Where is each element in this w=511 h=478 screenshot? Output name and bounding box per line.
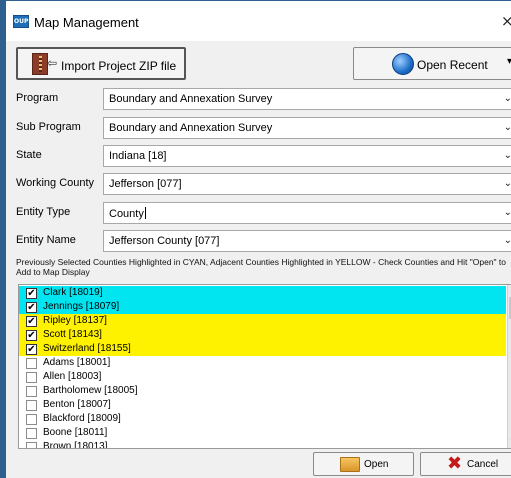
map-management-window: OUPS Map Management × ⇦ Import Project Z… <box>0 0 511 478</box>
cancel-button[interactable]: ✖ Cancel <box>420 452 511 476</box>
chevron-down-icon[interactable]: ⌄ <box>504 235 511 246</box>
county-label: Benton [18007] <box>43 399 111 410</box>
chevron-down-icon[interactable]: ▾ <box>507 56 511 67</box>
list-item[interactable]: ✔ Switzerland [18155] <box>19 342 506 356</box>
entity-type-text: County <box>109 208 144 220</box>
close-button[interactable]: × <box>501 12 511 30</box>
county-checkbox[interactable]: ✔ <box>26 344 37 355</box>
red-x-icon: ✖ <box>447 453 463 474</box>
open-recent-button[interactable]: Open Recent ▾ <box>353 47 511 80</box>
county-checkbox[interactable] <box>26 442 37 448</box>
entity-type-value: County <box>109 207 146 220</box>
county-checklist[interactable]: ✔ Clark [18019] ✔ Jennings [18079] ✔ Rip… <box>18 284 511 449</box>
list-item[interactable]: Bartholomew [18005] <box>19 384 506 398</box>
county-label: Scott [18143] <box>43 329 102 340</box>
entity-name-label: Entity Name <box>16 234 76 246</box>
list-item[interactable]: Blackford [18009] <box>19 412 506 426</box>
county-checkbox[interactable]: ✔ <box>26 302 37 313</box>
globe-icon <box>392 53 414 75</box>
list-item[interactable]: Adams [18001] <box>19 356 506 370</box>
sub-program-label: Sub Program <box>16 121 81 133</box>
list-scrollbar[interactable]: ▲ ▼ <box>507 285 511 448</box>
program-value: Boundary and Annexation Survey <box>109 93 273 105</box>
state-select[interactable]: Indiana [18] ⌄ <box>103 145 511 167</box>
county-label: Jennings [18079] <box>43 301 120 312</box>
sub-program-value: Boundary and Annexation Survey <box>109 122 273 134</box>
list-item[interactable]: Benton [18007] <box>19 398 506 412</box>
text-cursor <box>144 207 146 219</box>
list-item[interactable]: Brown [18013] <box>19 440 506 449</box>
county-checkbox[interactable] <box>26 386 37 397</box>
list-item[interactable]: Boone [18011] <box>19 426 506 440</box>
county-label: Switzerland [18155] <box>43 343 131 354</box>
working-county-select[interactable]: Jefferson [077] ⌄ <box>103 173 511 195</box>
county-label: Blackford [18009] <box>43 413 121 424</box>
county-label: Allen [18003] <box>43 371 102 382</box>
state-value: Indiana [18] <box>109 150 167 162</box>
county-checkbox[interactable] <box>26 400 37 411</box>
state-label: State <box>16 149 42 161</box>
entity-type-select[interactable]: County ⌄ <box>103 202 511 224</box>
zip-file-icon <box>32 53 48 75</box>
highlight-notice: Previously Selected Counties Highlighted… <box>16 257 507 277</box>
county-checkbox[interactable] <box>26 428 37 439</box>
title-bar: OUPS Map Management × <box>6 1 511 41</box>
chevron-down-icon[interactable]: ⌄ <box>504 122 511 133</box>
county-label: Adams [18001] <box>43 357 111 368</box>
program-label: Program <box>16 92 59 104</box>
list-item[interactable]: ✔ Scott [18143] <box>19 328 506 342</box>
window-title: Map Management <box>34 15 139 30</box>
county-label: Boone [18011] <box>43 427 108 438</box>
chevron-down-icon[interactable]: ⌄ <box>504 93 511 104</box>
chevron-down-icon[interactable]: ⌄ <box>504 178 511 189</box>
sub-program-select[interactable]: Boundary and Annexation Survey ⌄ <box>103 117 511 139</box>
list-item[interactable]: ✔ Ripley [18137] <box>19 314 506 328</box>
county-checkbox[interactable]: ✔ <box>26 288 37 299</box>
county-checkbox[interactable]: ✔ <box>26 330 37 341</box>
list-item[interactable]: Allen [18003] <box>19 370 506 384</box>
entity-name-select[interactable]: Jefferson County [077] ⌄ <box>103 230 511 252</box>
working-county-label: Working County <box>16 177 95 189</box>
county-checkbox[interactable] <box>26 358 37 369</box>
cancel-label: Cancel <box>467 459 499 470</box>
program-select[interactable]: Boundary and Annexation Survey ⌄ <box>103 88 511 110</box>
open-recent-label: Open Recent <box>417 58 488 72</box>
county-checkbox[interactable]: ✔ <box>26 316 37 327</box>
county-label: Bartholomew [18005] <box>43 385 138 396</box>
import-zip-label: Import Project ZIP file <box>61 59 177 73</box>
import-arrow-icon: ⇦ <box>47 56 58 70</box>
county-label: Brown [18013] <box>43 441 108 449</box>
chevron-down-icon[interactable]: ⌄ <box>504 207 511 218</box>
open-label: Open <box>364 459 389 470</box>
list-item[interactable]: ✔ Jennings [18079] <box>19 300 506 314</box>
entity-type-label: Entity Type <box>16 206 71 218</box>
entity-name-value: Jefferson County [077] <box>109 235 220 247</box>
app-icon: OUPS <box>13 15 33 28</box>
county-label: Clark [18019] <box>43 287 103 298</box>
county-checkbox[interactable] <box>26 372 37 383</box>
county-label: Ripley [18137] <box>43 315 107 326</box>
chevron-down-icon[interactable]: ⌄ <box>504 150 511 161</box>
folder-icon <box>340 457 360 472</box>
working-county-value: Jefferson [077] <box>109 178 182 190</box>
list-item[interactable]: ✔ Clark [18019] <box>19 286 506 300</box>
import-zip-button[interactable]: ⇦ Import Project ZIP file <box>16 47 186 80</box>
county-checkbox[interactable] <box>26 414 37 425</box>
open-button[interactable]: Open <box>313 452 414 476</box>
